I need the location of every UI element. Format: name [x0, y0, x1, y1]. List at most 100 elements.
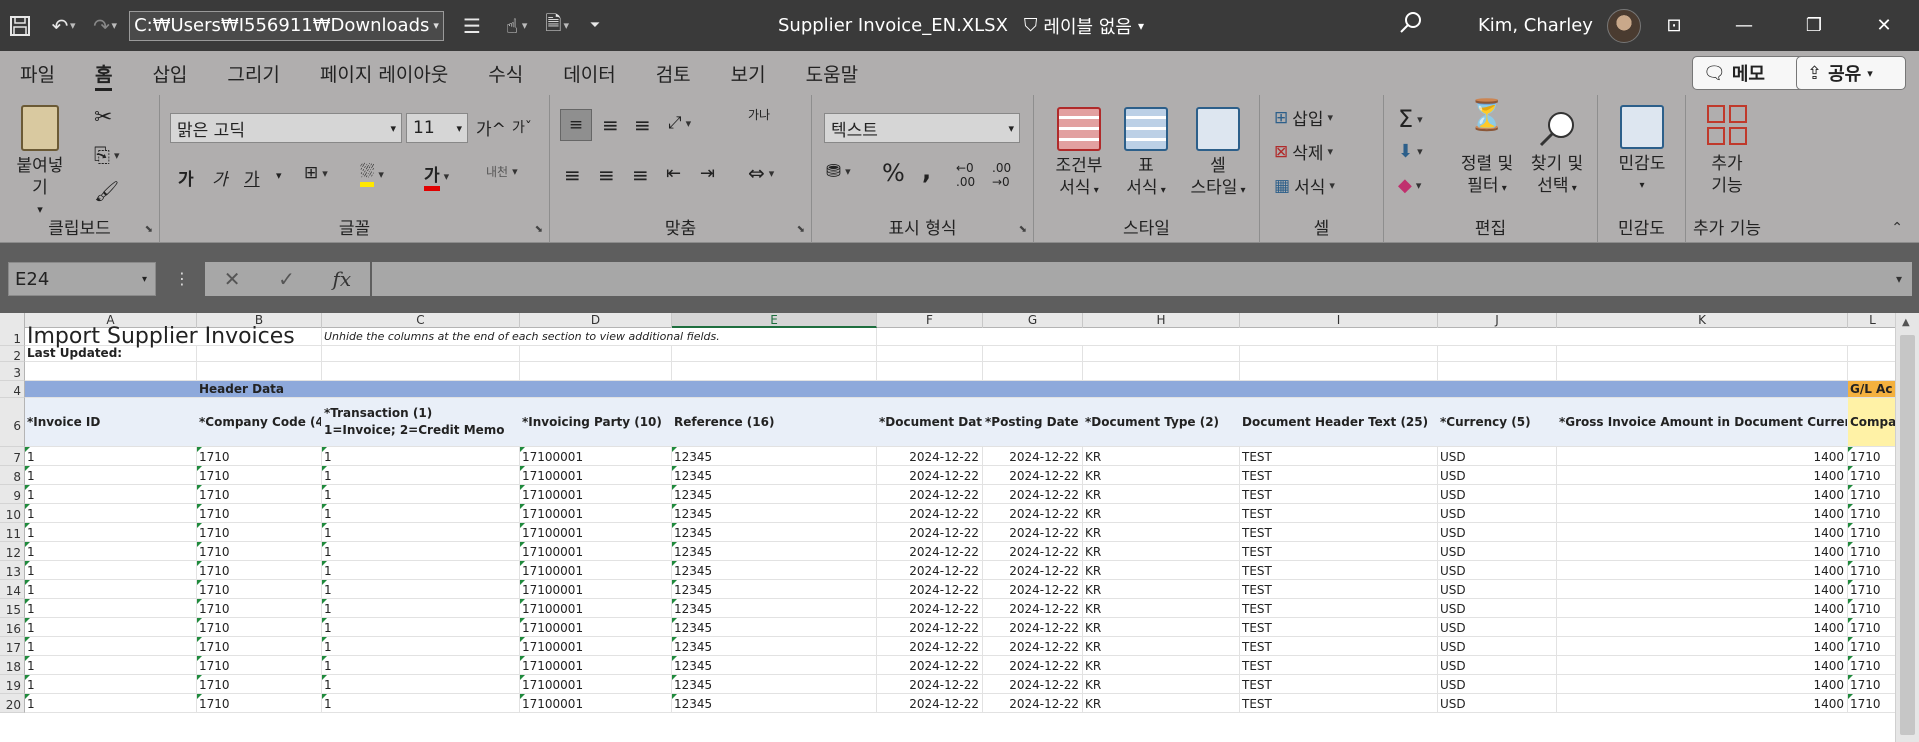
table-cell[interactable]: 12345	[672, 618, 877, 636]
table-cell[interactable]: 2024-12-22	[983, 504, 1083, 522]
table-cell[interactable]: 1	[322, 694, 520, 712]
field-header-f[interactable]: *Document Date	[877, 398, 983, 446]
table-cell[interactable]: 1	[25, 523, 197, 541]
table-cell[interactable]: 1	[25, 694, 197, 712]
field-header-k[interactable]: *Gross Invoice Amount in Document Curren…	[1557, 398, 1848, 446]
table-cell[interactable]: 17100001	[520, 618, 672, 636]
table-cell[interactable]: 17100001	[520, 447, 672, 465]
table-cell[interactable]: 2024-12-22	[983, 580, 1083, 598]
table-cell[interactable]: 17100001	[520, 599, 672, 617]
decrease-decimal-icon[interactable]: .00 →0	[992, 161, 1011, 189]
sheet-note[interactable]: Unhide the columns at the end of each se…	[322, 328, 877, 345]
table-cell[interactable]	[1557, 362, 1848, 380]
tab-data[interactable]: 데이터	[543, 51, 635, 95]
table-cell[interactable]: USD	[1438, 580, 1557, 598]
field-header-l[interactable]: Compa	[1848, 398, 1898, 446]
table-cell[interactable]: 1400	[1557, 485, 1848, 503]
wrap-text-icon[interactable]: 가나	[748, 109, 778, 121]
avatar[interactable]	[1606, 8, 1641, 43]
table-cell[interactable]: 1710	[197, 599, 322, 617]
table-cell[interactable]: KR	[1083, 485, 1240, 503]
table-cell[interactable]: 1710	[1848, 656, 1898, 674]
copy-icon[interactable]: ⎘ ▾	[94, 143, 120, 167]
table-cell[interactable]	[1240, 346, 1438, 361]
table-cell[interactable]: 2024-12-22	[877, 694, 983, 712]
table-cell[interactable]: KR	[1083, 466, 1240, 484]
table-cell[interactable]: 12345	[672, 637, 877, 655]
column-header-l[interactable]: L	[1848, 313, 1898, 328]
table-cell[interactable]	[877, 346, 983, 361]
table-cell[interactable]: KR	[1083, 523, 1240, 541]
table-cell[interactable]	[1438, 362, 1557, 380]
middle-align-icon[interactable]: ≡	[602, 113, 619, 137]
table-cell[interactable]: 2024-12-22	[877, 485, 983, 503]
table-cell[interactable]: 17100001	[520, 542, 672, 560]
table-cell[interactable]: 2024-12-22	[983, 599, 1083, 617]
table-cell[interactable]: 1710	[1848, 637, 1898, 655]
row-header[interactable]: 11	[0, 523, 25, 542]
table-cell[interactable]: TEST	[1240, 580, 1438, 598]
table-cell[interactable]: 1	[322, 618, 520, 636]
increase-indent-icon[interactable]: ⇥	[700, 163, 715, 184]
table-cell[interactable]: 12345	[672, 485, 877, 503]
table-cell[interactable]	[197, 346, 322, 361]
format-as-table-button[interactable]: 표 서식 ▾	[1116, 107, 1176, 202]
table-cell[interactable]: 2024-12-22	[983, 637, 1083, 655]
table-cell[interactable]: 1	[322, 561, 520, 579]
sensitivity-label[interactable]: 레이블 없음	[1043, 13, 1132, 39]
table-cell[interactable]	[1083, 346, 1240, 361]
table-cell[interactable]	[1848, 362, 1898, 380]
decrease-indent-icon[interactable]: ⇤	[666, 163, 681, 184]
table-cell[interactable]: 1400	[1557, 466, 1848, 484]
table-cell[interactable]: 1710	[197, 656, 322, 674]
table-cell[interactable]: 12345	[672, 580, 877, 598]
table-cell[interactable]: 1	[25, 542, 197, 560]
merge-center-icon[interactable]: ⇔ ▾	[748, 161, 774, 185]
table-cell[interactable]: 1	[25, 580, 197, 598]
row-header[interactable]: 20	[0, 694, 25, 713]
row-header[interactable]: 1	[0, 328, 25, 346]
table-cell[interactable]: KR	[1083, 542, 1240, 560]
name-box[interactable]: E24 ▾	[8, 262, 156, 296]
table-cell[interactable]: 1710	[197, 675, 322, 693]
table-cell[interactable]: 2024-12-22	[877, 447, 983, 465]
find-select-button[interactable]: 찾기 및 선택 ▾	[1522, 105, 1592, 200]
select-all-corner[interactable]	[0, 313, 25, 328]
field-header-b[interactable]: *Company Code (4)	[197, 398, 322, 446]
field-header-e[interactable]: Reference (16)	[672, 398, 877, 446]
table-cell[interactable]: 1710	[1848, 694, 1898, 712]
cut-icon[interactable]: ✂	[94, 105, 112, 130]
table-cell[interactable]: 2024-12-22	[983, 542, 1083, 560]
table-cell[interactable]: 1710	[197, 504, 322, 522]
section-header-label[interactable]: Header Data	[197, 381, 672, 397]
dialog-launcher-icon[interactable]: ⬊	[797, 224, 805, 235]
row-header[interactable]: 4	[0, 381, 25, 398]
orientation-icon[interactable]: ⤢ ▾	[668, 113, 691, 133]
table-cell[interactable]: USD	[1438, 675, 1557, 693]
table-cell[interactable]: 1	[322, 599, 520, 617]
table-cell[interactable]: 1710	[1848, 504, 1898, 522]
table-cell[interactable]: 2024-12-22	[877, 561, 983, 579]
table-cell[interactable]: 2024-12-22	[983, 466, 1083, 484]
font-name-select[interactable]: 맑은 고딕 ▾	[170, 113, 402, 143]
table-cell[interactable]: 1710	[1848, 542, 1898, 560]
table-cell[interactable]: 1	[25, 485, 197, 503]
table-cell[interactable]: 17100001	[520, 580, 672, 598]
field-header-j[interactable]: *Currency (5)	[1438, 398, 1557, 446]
table-cell[interactable]: 2024-12-22	[983, 561, 1083, 579]
table-cell[interactable]: 17100001	[520, 523, 672, 541]
clear-icon[interactable]: ◆ ▾	[1398, 175, 1421, 196]
enter-icon[interactable]: ✓	[278, 267, 295, 291]
paste-button[interactable]: 붙여넣기 ▾	[10, 105, 70, 221]
table-cell[interactable]: USD	[1438, 561, 1557, 579]
table-cell[interactable]: 2024-12-22	[877, 466, 983, 484]
table-cell[interactable]: USD	[1438, 542, 1557, 560]
underline-button[interactable]: 가	[244, 165, 260, 190]
format-painter-icon[interactable]: 🖌	[94, 179, 119, 203]
row-header[interactable]: 14	[0, 580, 25, 599]
table-cell[interactable]: KR	[1083, 599, 1240, 617]
table-cell[interactable]: 1	[25, 637, 197, 655]
column-header-c[interactable]: C	[322, 313, 520, 328]
tab-view[interactable]: 보기	[711, 51, 786, 95]
increase-decimal-icon[interactable]: ←0.00	[956, 161, 975, 189]
